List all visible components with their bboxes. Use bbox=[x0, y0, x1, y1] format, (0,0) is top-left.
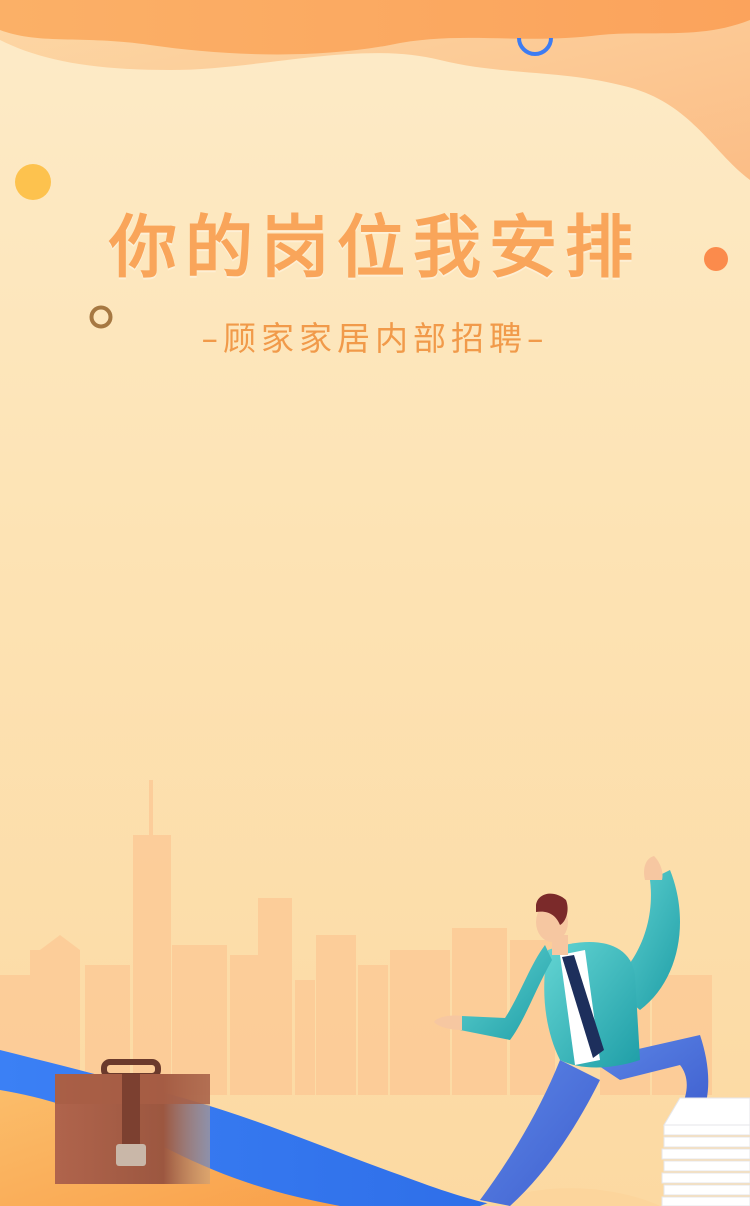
poster-title: 你的岗位我安排 bbox=[108, 209, 641, 288]
paper-stack-illustration bbox=[661, 1097, 750, 1206]
poster-subtitle: –顾家家居内部招聘– bbox=[201, 319, 549, 358]
